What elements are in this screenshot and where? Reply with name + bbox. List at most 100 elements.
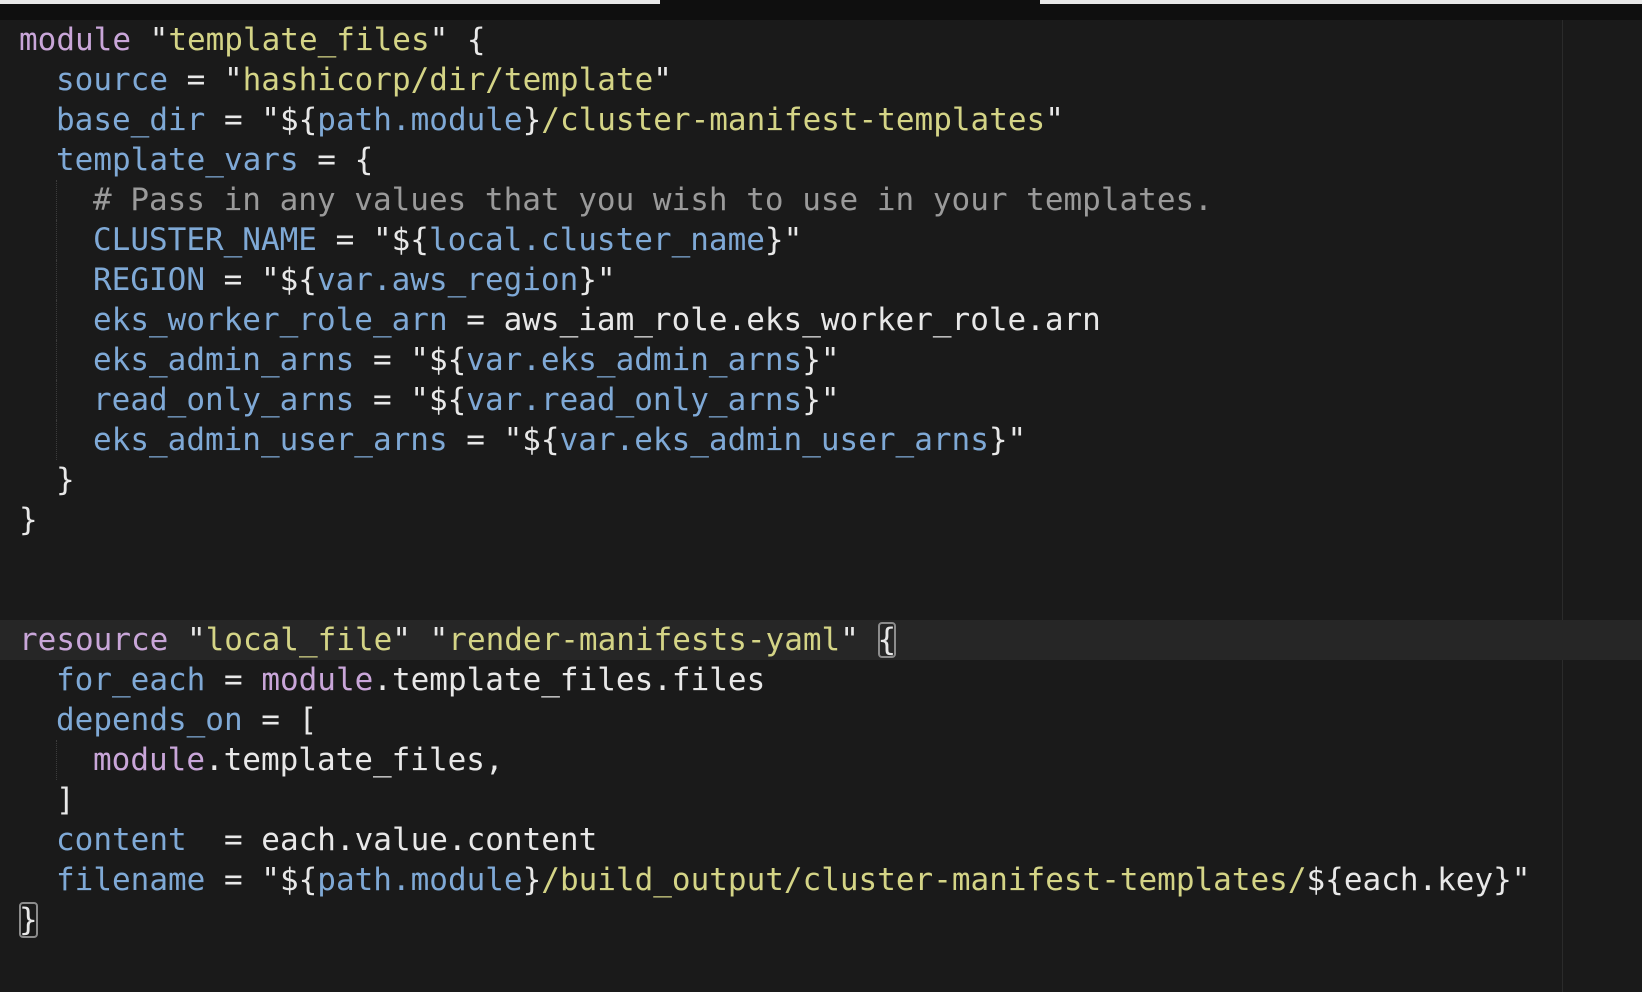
code-token: = "${ bbox=[354, 382, 467, 418]
code-token: = [ bbox=[242, 702, 318, 738]
code-line[interactable]: filename = "${path.module}/build_output/… bbox=[19, 860, 1642, 900]
code-token: = aws_iam_role.eks_worker_role.arn bbox=[447, 302, 1101, 338]
code-line[interactable]: # Pass in any values that you wish to us… bbox=[19, 180, 1642, 220]
code-token: read_only_arns bbox=[93, 382, 355, 418]
indent-guide bbox=[56, 260, 57, 300]
code-token: base_dir bbox=[56, 102, 206, 138]
code-token: eks_admin_arns bbox=[93, 342, 355, 378]
code-token: /cluster-manifest-templates bbox=[541, 102, 1046, 138]
code-token: } bbox=[522, 862, 542, 898]
code-token: = "${ bbox=[204, 262, 317, 298]
code-token: .template_files.files bbox=[373, 662, 766, 698]
code-token: " { bbox=[429, 22, 486, 58]
code-token: template_vars bbox=[56, 142, 299, 178]
code-line[interactable]: resource " local_file" "render-manifests-… bbox=[0, 620, 1642, 660]
indent-guide bbox=[56, 380, 57, 420]
code-token: ${each.key}" bbox=[1306, 862, 1531, 898]
code-line[interactable]: module "template_files" { bbox=[19, 20, 1642, 60]
code-token: = "${ bbox=[205, 102, 318, 138]
code-token: " bbox=[840, 622, 878, 658]
code-token: var.eks_admin_arns bbox=[466, 342, 803, 378]
indent-guide bbox=[56, 300, 57, 340]
code-line[interactable]: eks_worker_role_arn = aws_iam_role.eks_w… bbox=[19, 300, 1642, 340]
code-token: } bbox=[522, 102, 542, 138]
code-line[interactable]: ] bbox=[19, 780, 1642, 820]
code-line[interactable]: source = "hashicorp/dir/template" bbox=[19, 60, 1642, 100]
tab-edge bbox=[1040, 0, 1642, 4]
code-token: depends_on bbox=[56, 702, 243, 738]
code-line[interactable]: for_each = module.template_files.files bbox=[19, 660, 1642, 700]
code-token: local_file bbox=[205, 622, 393, 658]
code-token: = "${ bbox=[447, 422, 560, 458]
code-token: .template_files, bbox=[204, 742, 504, 778]
code-line[interactable]: read_only_arns = "${var.read_only_arns}" bbox=[19, 380, 1642, 420]
code-token: for_each bbox=[56, 662, 206, 698]
code-line[interactable]: CLUSTER_NAME = "${local.cluster_name}" bbox=[19, 220, 1642, 260]
code-token: hashicorp/dir/template bbox=[242, 62, 654, 98]
code-line[interactable]: content = each.value.content bbox=[19, 820, 1642, 860]
indent-guide bbox=[56, 220, 57, 260]
code-token: var.aws_region bbox=[316, 262, 579, 298]
code-token: }" bbox=[802, 382, 840, 418]
code-token: = each.value.content bbox=[186, 822, 598, 858]
code-token: module bbox=[93, 742, 205, 778]
code-token: " bbox=[653, 62, 672, 98]
code-token: = "${ bbox=[205, 862, 318, 898]
indent-guide bbox=[56, 340, 57, 380]
code-token: # Pass in any values that you wish to us… bbox=[93, 182, 1213, 218]
code-token: path.module bbox=[317, 102, 523, 138]
code-line[interactable]: template_vars = { bbox=[19, 140, 1642, 180]
code-line[interactable]: base_dir = "${path.module}/cluster-manif… bbox=[19, 100, 1642, 140]
code-token: = { bbox=[298, 142, 374, 178]
code-token: render-manifests-yaml bbox=[448, 622, 841, 658]
code-token: path.module bbox=[317, 862, 523, 898]
code-token: content bbox=[56, 822, 187, 858]
code-line[interactable]: eks_admin_arns = "${var.eks_admin_arns}" bbox=[19, 340, 1642, 380]
code-token: CLUSTER_NAME bbox=[93, 222, 317, 258]
code-line[interactable]: module.template_files, bbox=[19, 740, 1642, 780]
code-token: = "${ bbox=[316, 222, 429, 258]
code-token: } bbox=[19, 502, 38, 538]
indent-guide bbox=[56, 180, 57, 220]
code-token: ] bbox=[56, 782, 75, 818]
code-token: }" bbox=[764, 222, 803, 258]
code-token: eks_worker_role_arn bbox=[93, 302, 448, 338]
code-token: " " bbox=[392, 622, 449, 658]
tab-edge bbox=[0, 0, 660, 4]
code-token: }" bbox=[802, 342, 840, 378]
code-token: REGION bbox=[93, 262, 205, 298]
code-token: }" bbox=[988, 422, 1027, 458]
code-token: }" bbox=[578, 262, 616, 298]
matched-bracket: } bbox=[19, 902, 38, 938]
code-token: var.eks_admin_user_arns bbox=[559, 422, 989, 458]
code-line[interactable]: } bbox=[19, 460, 1642, 500]
code-line[interactable]: depends_on = [ bbox=[19, 700, 1642, 740]
code-token: = "${ bbox=[354, 342, 467, 378]
code-token: module bbox=[19, 22, 131, 58]
code-line[interactable]: REGION = "${var.aws_region}" bbox=[19, 260, 1642, 300]
code-token: = " bbox=[167, 62, 243, 98]
code-token: module bbox=[261, 662, 374, 698]
code-token: resource bbox=[19, 622, 169, 658]
code-token: " bbox=[130, 22, 169, 58]
code-line[interactable] bbox=[19, 540, 1642, 580]
code-line[interactable]: } bbox=[19, 500, 1642, 540]
code-token: = bbox=[205, 662, 262, 698]
editor-tab-strip bbox=[0, 0, 1642, 20]
indent-guide bbox=[56, 740, 57, 780]
code-token: " bbox=[1045, 102, 1064, 138]
code-line[interactable]: eks_admin_user_arns = "${var.eks_admin_u… bbox=[19, 420, 1642, 460]
code-token: eks_admin_user_arns bbox=[93, 422, 448, 458]
code-token: filename bbox=[56, 862, 206, 898]
indent-guide bbox=[56, 420, 57, 460]
code-line[interactable] bbox=[19, 580, 1642, 620]
code-line[interactable]: } bbox=[19, 900, 1642, 940]
code-token: var.read_only_arns bbox=[466, 382, 803, 418]
code-token: local.cluster_name bbox=[428, 222, 765, 258]
code-token: template_files bbox=[168, 22, 430, 58]
code-editor[interactable]: module "template_files" {source = "hashi… bbox=[0, 20, 1642, 992]
code-token: /build_output/cluster-manifest-templates… bbox=[541, 862, 1307, 898]
code-token: source bbox=[56, 62, 168, 98]
code-content[interactable]: module "template_files" {source = "hashi… bbox=[0, 20, 1642, 940]
code-token: } bbox=[56, 462, 75, 498]
